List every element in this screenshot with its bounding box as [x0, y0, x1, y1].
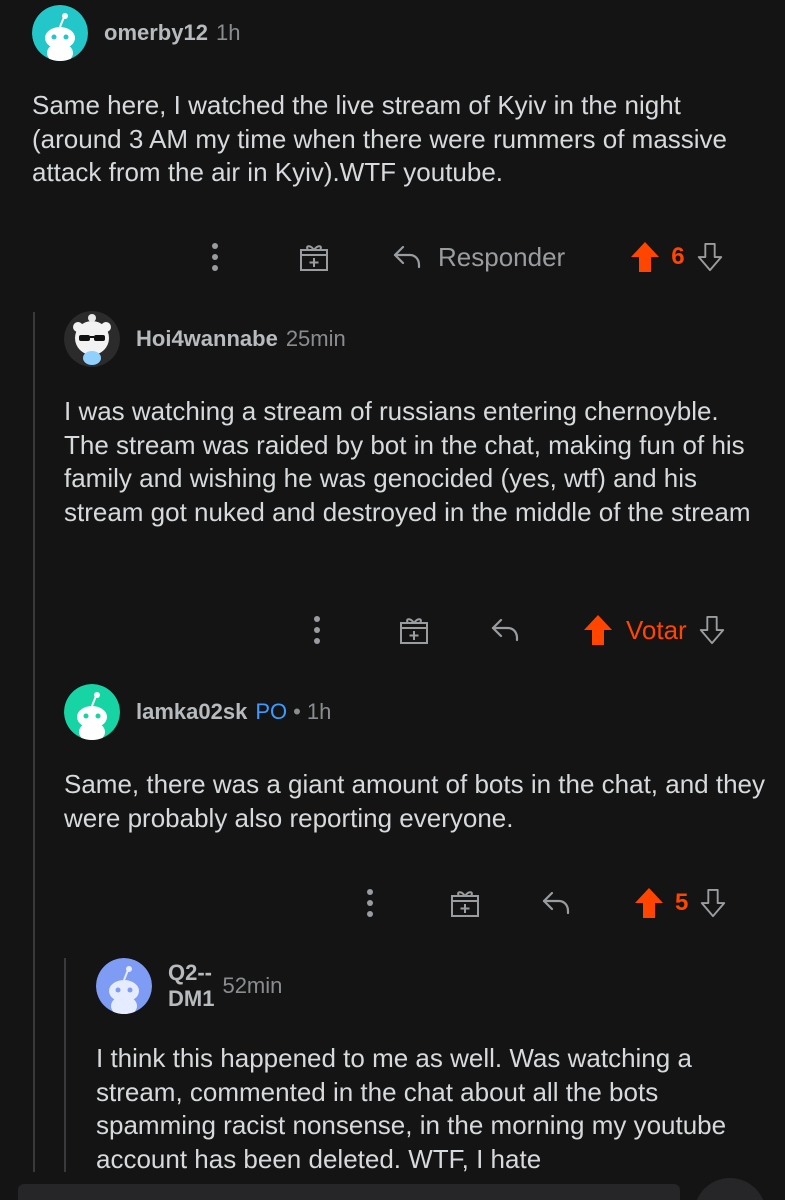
thread-line[interactable] [33, 312, 35, 1172]
comment-actions: Responder 6 [200, 232, 725, 282]
reply-input-bar[interactable] [18, 1184, 680, 1200]
vote-controls: 5 [633, 886, 728, 920]
more-options-button[interactable] [355, 888, 385, 918]
timestamp: 1h [306, 699, 332, 724]
more-options-button[interactable] [200, 242, 230, 272]
comment-actions: Votar [302, 605, 727, 655]
username[interactable]: lamka02sk [136, 699, 247, 725]
award-button[interactable] [296, 241, 332, 273]
comment-body: Same here, I watched the live stream of … [32, 90, 728, 187]
comment-header: Q2--DM1 52min [96, 958, 282, 1014]
reply-label[interactable]: Responder [438, 242, 565, 273]
vote-controls: Votar [582, 613, 727, 647]
avatar[interactable] [64, 684, 120, 740]
comment-body: I think this happened to me as well. Was… [96, 1043, 727, 1174]
comment-header: Hoi4wannabe 25min [64, 311, 346, 367]
more-options-button[interactable] [302, 615, 332, 645]
gift-award-icon [400, 618, 428, 644]
reply-button[interactable] [541, 890, 571, 916]
avatar[interactable] [64, 311, 120, 367]
gift-award-icon [300, 245, 328, 271]
comment-header: lamka02sk PO • 1h [64, 684, 331, 740]
upvote-arrow-icon[interactable] [629, 240, 661, 274]
timestamp: 52min [222, 973, 283, 998]
separator-dot: • [293, 699, 301, 724]
username[interactable]: Hoi4wannabe [136, 326, 278, 352]
vote-score: 5 [675, 889, 689, 916]
thread-line[interactable] [64, 958, 66, 1172]
reply-arrow-icon [491, 618, 519, 642]
more-vertical-icon [367, 889, 373, 917]
floating-action-button[interactable] [694, 1178, 766, 1200]
username[interactable]: Q2--DM1 [168, 960, 214, 1012]
reply-arrow-icon [393, 245, 421, 269]
award-button[interactable] [396, 614, 432, 646]
upvote-arrow-icon[interactable] [582, 613, 614, 647]
reply-arrow-icon [542, 891, 570, 915]
comment-actions: 5 [355, 878, 728, 928]
comment-header: omerby12 1h [32, 5, 240, 61]
more-vertical-icon [212, 243, 218, 271]
timestamp: 1h [215, 20, 241, 45]
avatar[interactable] [32, 5, 88, 61]
comment-body: I was watching a stream of russians ente… [64, 396, 751, 527]
more-vertical-icon [314, 616, 320, 644]
vote-controls: 6 [629, 240, 724, 274]
award-button[interactable] [447, 887, 483, 919]
downvote-arrow-icon[interactable] [697, 614, 727, 646]
gift-award-icon [451, 891, 479, 917]
vote-score: 6 [671, 243, 685, 270]
username[interactable]: omerby12 [104, 20, 208, 46]
avatar[interactable] [96, 958, 152, 1014]
downvote-arrow-icon[interactable] [695, 241, 725, 273]
op-badge: PO [255, 699, 288, 724]
upvote-arrow-icon[interactable] [633, 886, 665, 920]
reply-button[interactable] [490, 617, 520, 643]
vote-label[interactable]: Votar [626, 615, 687, 646]
reply-button[interactable]: Responder [392, 242, 565, 273]
downvote-arrow-icon[interactable] [698, 887, 728, 919]
comment-body: Same, there was a giant amount of bots i… [64, 769, 765, 833]
timestamp: 25min [285, 326, 346, 351]
